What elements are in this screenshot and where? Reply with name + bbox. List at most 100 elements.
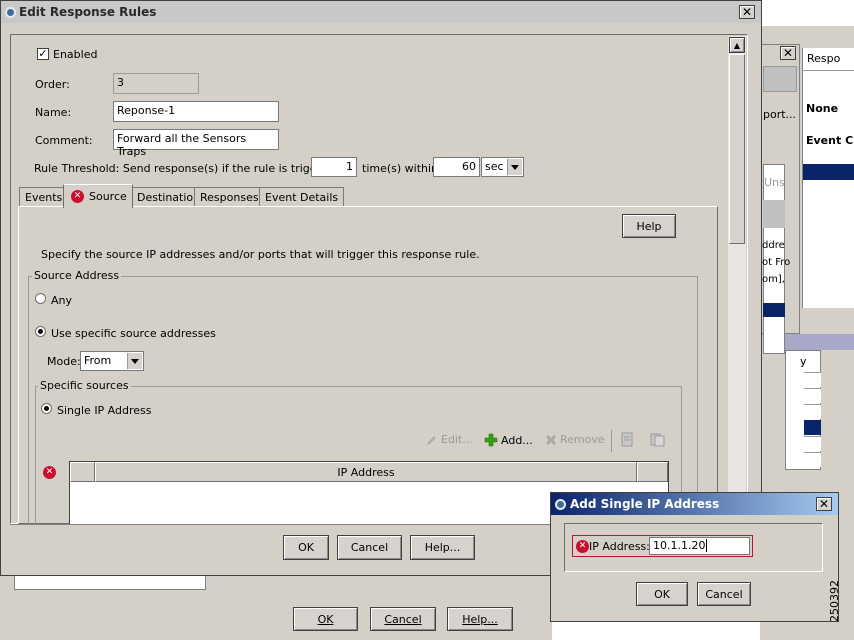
order-field: 3 bbox=[113, 73, 199, 94]
any-radio[interactable] bbox=[35, 293, 46, 304]
mode-label: Mode: bbox=[47, 355, 81, 368]
background-help-button[interactable]: Help... bbox=[447, 607, 513, 631]
scroll-thumb[interactable] bbox=[729, 54, 745, 244]
use-specific-label: Use specific source addresses bbox=[51, 327, 216, 340]
add-ip-titlebar[interactable]: Add Single IP Address bbox=[551, 493, 838, 515]
mode-value: From bbox=[84, 354, 112, 367]
name-label: Name: bbox=[35, 106, 72, 119]
enabled-label: Enabled bbox=[53, 48, 98, 61]
tab-source-label: Source bbox=[89, 190, 127, 203]
background-om-label: om], bbox=[762, 274, 785, 285]
help-button-label: Help bbox=[636, 219, 662, 233]
plus-icon bbox=[484, 433, 498, 447]
help-footer-label: Help... bbox=[424, 541, 461, 554]
app-icon bbox=[555, 498, 566, 510]
dialog-title: Edit Response Rules bbox=[19, 5, 157, 19]
background-column-y: y bbox=[800, 355, 807, 368]
dialog-titlebar[interactable]: Edit Response Rules bbox=[1, 1, 761, 23]
background-from-label: ot Fro bbox=[762, 257, 791, 268]
threshold-count-input[interactable]: 1 bbox=[311, 157, 357, 177]
background-ok-label: OK bbox=[317, 612, 334, 626]
source-description: Specify the source IP addresses and/or p… bbox=[41, 248, 480, 261]
background-selected-strip bbox=[763, 303, 785, 317]
app-icon bbox=[5, 6, 16, 18]
use-specific-radio[interactable] bbox=[35, 326, 46, 337]
figure-id: 250392 bbox=[828, 580, 841, 622]
add-label: Add... bbox=[501, 433, 533, 447]
tab-events[interactable]: Events bbox=[19, 187, 69, 207]
single-ip-label: Single IP Address bbox=[57, 404, 152, 417]
scroll-up-button[interactable]: ▲ bbox=[729, 37, 745, 53]
enabled-checkbox[interactable]: ✓ bbox=[37, 48, 49, 60]
background-selected-row bbox=[803, 164, 854, 180]
background-response-header: Respo bbox=[807, 52, 841, 65]
background-lower-row-2 bbox=[804, 388, 821, 403]
error-icon: ✕ bbox=[43, 466, 56, 479]
background-lower-row-1 bbox=[804, 372, 821, 387]
remove-toolbar-button[interactable]: Remove bbox=[545, 433, 605, 446]
ok-label: OK bbox=[298, 541, 314, 554]
background-none-value: None bbox=[806, 102, 839, 115]
chevron-down-icon bbox=[507, 159, 522, 175]
background-bottom-field bbox=[14, 576, 206, 590]
cancel-button[interactable]: Cancel bbox=[337, 535, 402, 560]
add-toolbar-button[interactable]: Add... bbox=[484, 433, 533, 447]
dialog-close-button[interactable]: ✕ bbox=[739, 5, 755, 19]
background-uns-label: Uns bbox=[764, 176, 785, 189]
background-header-line bbox=[802, 70, 854, 71]
background-cancel-label: Cancel bbox=[384, 612, 422, 626]
threshold-label: Rule Threshold: Send response(s) if the … bbox=[34, 162, 342, 175]
table-end-header bbox=[637, 462, 668, 482]
single-ip-radio[interactable] bbox=[41, 403, 52, 414]
tab-event-details-label: Event Details bbox=[265, 191, 339, 204]
mode-select[interactable]: From bbox=[80, 351, 144, 371]
comment-label: Comment: bbox=[35, 134, 93, 147]
comment-input[interactable]: Forward all the Sensors Traps bbox=[113, 129, 279, 158]
remove-label: Remove bbox=[560, 433, 605, 446]
edit-toolbar-button[interactable]: Edit... bbox=[426, 433, 473, 446]
tab-source[interactable]: ✕ Source bbox=[63, 184, 133, 208]
text-cursor bbox=[706, 539, 708, 552]
threshold-time-input[interactable]: 60 bbox=[433, 157, 480, 177]
remove-icon bbox=[546, 434, 556, 445]
edit-label: Edit... bbox=[441, 433, 473, 446]
pencil-icon bbox=[427, 435, 436, 445]
background-lower-row-selected bbox=[804, 420, 821, 435]
add-ip-cancel-label: Cancel bbox=[705, 587, 743, 601]
copy-icon[interactable] bbox=[621, 432, 635, 447]
tab-destination-label: Destination bbox=[137, 191, 201, 204]
tab-events-label: Events bbox=[25, 191, 63, 204]
add-ip-cancel-button[interactable]: Cancel bbox=[697, 582, 751, 606]
background-close-button[interactable]: ✕ bbox=[780, 46, 796, 60]
ok-button[interactable]: OK bbox=[283, 535, 329, 560]
add-ip-title: Add Single IP Address bbox=[570, 497, 720, 511]
help-footer-button[interactable]: Help... bbox=[410, 535, 475, 560]
paste-icon[interactable] bbox=[650, 432, 666, 447]
tab-responses-label: Responses bbox=[200, 191, 259, 204]
background-lower-header bbox=[785, 334, 854, 350]
add-ip-ok-button[interactable]: OK bbox=[636, 582, 688, 606]
error-icon: ✕ bbox=[576, 540, 589, 553]
cancel-label: Cancel bbox=[350, 541, 389, 554]
background-cancel-button[interactable]: Cancel bbox=[370, 607, 436, 631]
background-lower-row-3 bbox=[804, 404, 821, 419]
specific-sources-title: Specific sources bbox=[38, 379, 131, 392]
order-label: Order: bbox=[35, 78, 70, 91]
threshold-unit-value: sec bbox=[485, 160, 504, 173]
background-ok-button[interactable]: OK bbox=[293, 607, 358, 631]
any-label: Any bbox=[51, 294, 73, 307]
add-ip-close-button[interactable]: ✕ bbox=[816, 497, 832, 511]
threshold-unit-select[interactable]: sec bbox=[481, 157, 524, 177]
ip-address-value: 10.1.1.20 bbox=[653, 539, 706, 552]
ip-address-column-header[interactable]: IP Address bbox=[95, 462, 637, 482]
tab-event-details[interactable]: Event Details bbox=[259, 187, 345, 207]
background-help-label: Help... bbox=[462, 612, 498, 626]
ip-address-header-label: IP Address bbox=[337, 465, 395, 479]
tab-responses[interactable]: Responses bbox=[194, 187, 265, 207]
threshold-mid-label: time(s) within bbox=[362, 162, 439, 175]
background-lower-row-5 bbox=[804, 452, 821, 467]
ip-address-input[interactable]: 10.1.1.20 bbox=[649, 537, 750, 555]
name-input[interactable]: Reponse-1 bbox=[113, 101, 279, 122]
help-button[interactable]: Help bbox=[622, 214, 676, 238]
background-address-label: ddre bbox=[762, 240, 785, 251]
